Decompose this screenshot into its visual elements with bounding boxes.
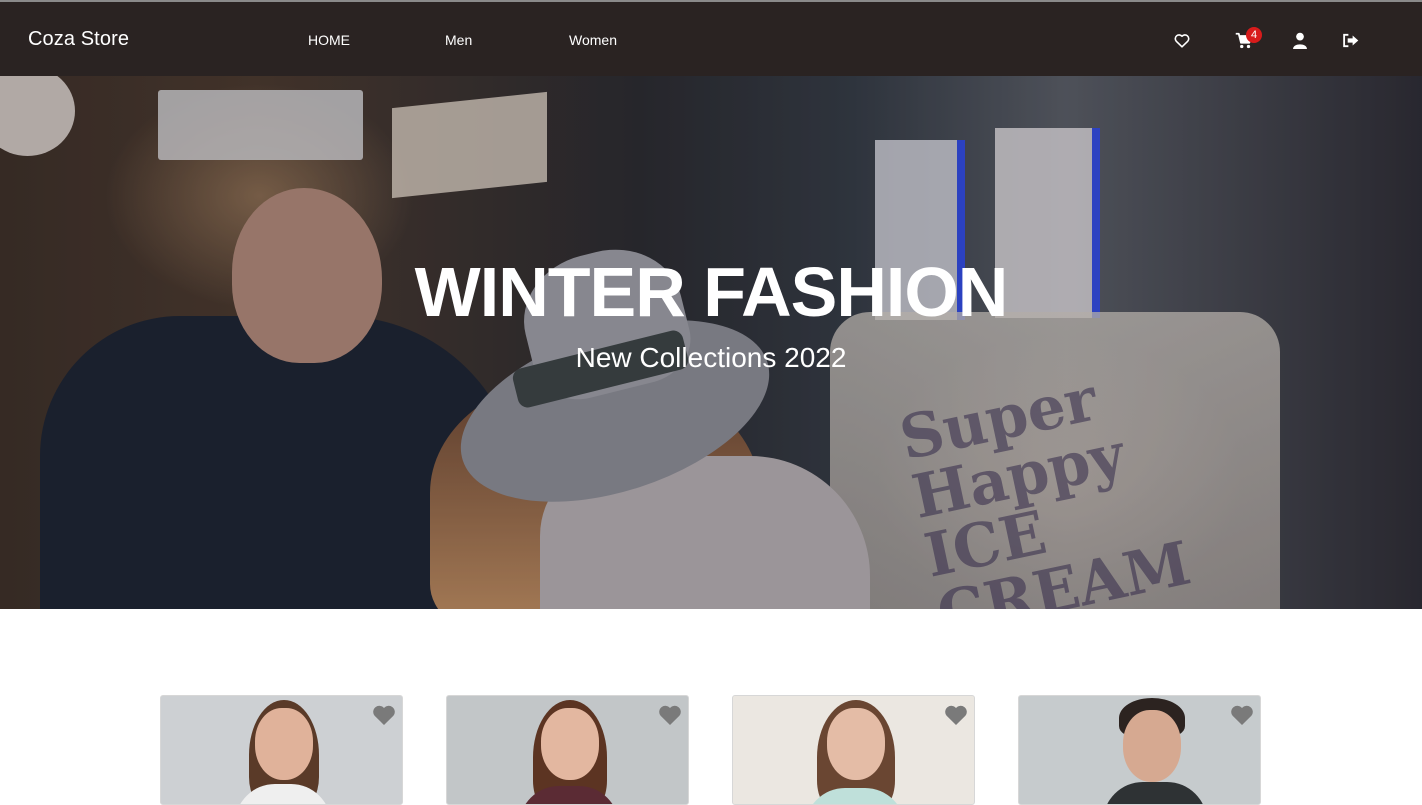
- brand-logo[interactable]: Coza Store: [28, 28, 129, 51]
- product-image: [1103, 782, 1207, 804]
- product-image: [1123, 710, 1181, 782]
- user-icon[interactable]: [1290, 30, 1310, 50]
- product-card[interactable]: [1018, 695, 1261, 805]
- product-image: [255, 708, 313, 780]
- product-card[interactable]: [446, 695, 689, 805]
- nav-link-women[interactable]: Women: [569, 32, 617, 48]
- heart-icon[interactable]: [1172, 30, 1192, 50]
- product-card[interactable]: [732, 695, 975, 805]
- hero-title: WINTER FASHION: [414, 253, 1009, 331]
- top-navbar: Coza Store HOME Men Women 4: [0, 0, 1422, 76]
- heart-icon[interactable]: [944, 704, 970, 728]
- heart-icon[interactable]: [372, 704, 398, 728]
- hero-banner: Super Happy ICE CREAM WINTER FASHION New…: [0, 76, 1422, 609]
- heart-icon[interactable]: [658, 704, 684, 728]
- product-image: [827, 708, 885, 780]
- product-image: [541, 708, 599, 780]
- logout-icon[interactable]: [1340, 30, 1360, 50]
- product-grid: [0, 609, 1422, 805]
- cart-count-badge: 4: [1246, 27, 1262, 43]
- nav-link-home[interactable]: HOME: [308, 32, 350, 48]
- hero-subtitle: New Collections 2022: [575, 342, 847, 373]
- heart-icon[interactable]: [1230, 704, 1256, 728]
- nav-link-men[interactable]: Men: [445, 32, 472, 48]
- product-card[interactable]: [160, 695, 403, 805]
